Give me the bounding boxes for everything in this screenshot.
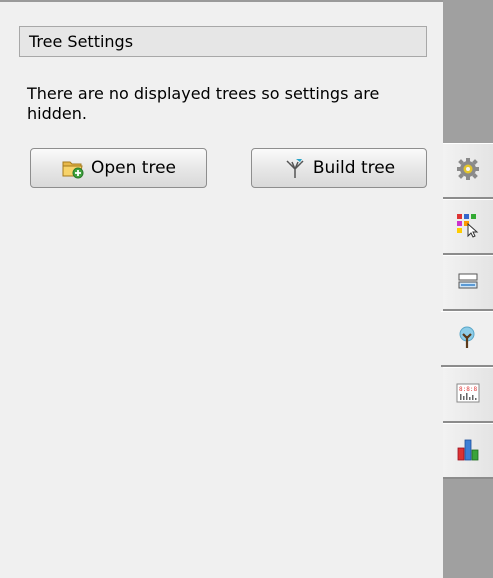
settings-panel: Tree Settings There are no displayed tre…: [0, 2, 443, 578]
panel-title: Tree Settings: [29, 32, 134, 51]
build-tree-button[interactable]: Build tree: [251, 148, 427, 188]
tree-icon: [454, 324, 480, 354]
open-tree-button[interactable]: Open tree: [30, 148, 207, 188]
build-tree-icon: [283, 156, 307, 180]
tab-strip-top-space: [443, 0, 493, 143]
open-tree-label: Open tree: [90, 158, 176, 178]
tab-strip-bottom-space: [443, 479, 493, 578]
svg-text:8:8:8: 8:8:8: [459, 386, 477, 393]
tab-sequence-data[interactable]: 8:8:8: [443, 367, 493, 423]
sequence-data-icon: 8:8:8: [455, 380, 481, 410]
folder-open-icon: [61, 156, 85, 180]
tab-general-settings[interactable]: [443, 143, 493, 199]
tab-charts[interactable]: [443, 423, 493, 479]
rows-icon: [455, 268, 481, 298]
bar-chart-icon: [455, 436, 481, 466]
side-tab-strip: 8:8:8: [441, 0, 493, 578]
no-trees-message: There are no displayed trees so settings…: [27, 84, 380, 123]
color-grid-cursor-icon: [455, 212, 481, 242]
tab-tree-settings[interactable]: [441, 311, 493, 367]
tab-layout-rows[interactable]: [443, 255, 493, 311]
gear-icon: [455, 156, 481, 186]
panel-header: Tree Settings: [19, 26, 427, 57]
build-tree-label: Build tree: [312, 158, 396, 178]
tab-colors-selection[interactable]: [443, 199, 493, 255]
